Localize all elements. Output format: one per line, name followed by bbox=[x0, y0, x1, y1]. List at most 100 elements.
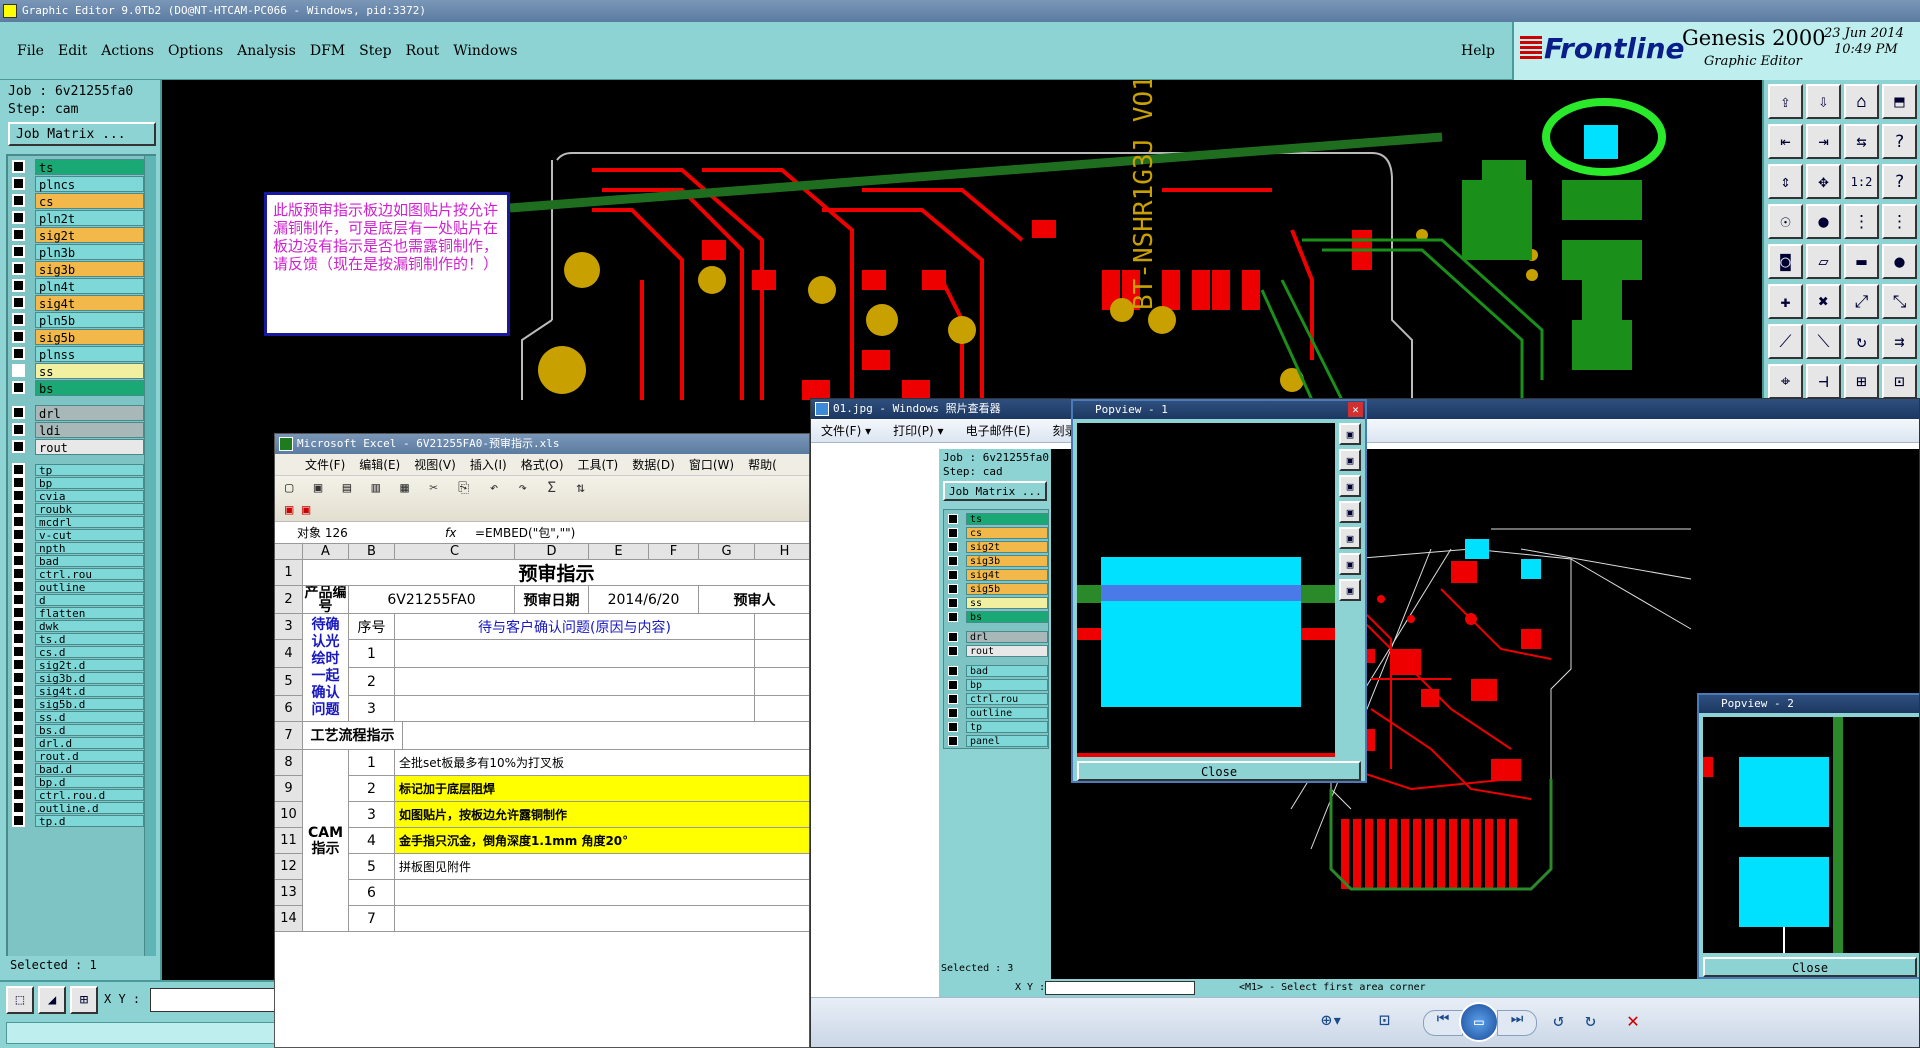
layer-row[interactable]: bad.d bbox=[8, 762, 144, 775]
excel-menu-item[interactable]: 数据(D) bbox=[632, 458, 675, 472]
excel-menu-item[interactable]: 格式(O) bbox=[521, 458, 564, 472]
layer-checkbox[interactable] bbox=[12, 160, 25, 173]
column-header[interactable]: H bbox=[755, 544, 809, 560]
layer-row[interactable]: sig2t.d bbox=[8, 658, 144, 671]
layer-row[interactable]: sig4t bbox=[8, 294, 144, 311]
tool-button-icon[interactable]: ◙ bbox=[1768, 244, 1803, 279]
command-input[interactable] bbox=[6, 1022, 278, 1044]
excel-cell[interactable]: 4 bbox=[349, 828, 395, 854]
menu-item-edit[interactable]: Edit bbox=[51, 40, 94, 62]
layer-row[interactable]: bs bbox=[8, 379, 144, 396]
next-icon[interactable]: ⏭ bbox=[1497, 1010, 1537, 1036]
layer-checkbox[interactable] bbox=[12, 515, 25, 528]
layer-row[interactable]: mcdrl bbox=[8, 515, 144, 528]
tool-button-icon[interactable]: ● bbox=[1882, 244, 1917, 279]
layer-row[interactable]: outline.d bbox=[8, 801, 144, 814]
layer-checkbox[interactable] bbox=[12, 406, 25, 419]
excel-cell[interactable] bbox=[755, 668, 809, 696]
tool-button-icon[interactable]: ⇉ bbox=[1882, 324, 1917, 359]
tool-button-icon[interactable]: ⟋ bbox=[1768, 324, 1803, 359]
layer-row[interactable]: ss bbox=[8, 362, 144, 379]
excel-cell[interactable]: 3 bbox=[349, 696, 395, 722]
menu-item-dfm[interactable]: DFM bbox=[303, 40, 352, 62]
menu-item-actions[interactable]: Actions bbox=[94, 40, 161, 62]
excel-cell[interactable] bbox=[755, 696, 809, 722]
layer-row[interactable]: pln2t bbox=[8, 209, 144, 226]
layer-row[interactable]: tp bbox=[8, 463, 144, 476]
layer-checkbox[interactable] bbox=[12, 580, 25, 593]
layer-checkbox[interactable] bbox=[12, 489, 25, 502]
rotate-left-icon[interactable]: ↺ bbox=[1553, 1010, 1564, 1031]
tool-button-icon[interactable]: ⤡ bbox=[1882, 284, 1917, 319]
tool-button-icon[interactable]: ⋮ bbox=[1882, 204, 1917, 239]
layer-checkbox[interactable] bbox=[12, 211, 25, 224]
tool-button-icon[interactable]: ▱ bbox=[1806, 244, 1841, 279]
fit-icon[interactable]: ⊡ bbox=[1379, 1010, 1390, 1031]
excel-toolbar-icons[interactable]: ▢ ▣ ▤ ▥ ▦ ✂ ⎘ ↶ ↷ Σ ⇅ bbox=[285, 480, 591, 496]
layer-row[interactable]: bs.d bbox=[8, 723, 144, 736]
layer-checkbox[interactable] bbox=[12, 632, 25, 645]
layer-checkbox[interactable] bbox=[12, 330, 25, 343]
excel-cell[interactable]: 产品编号 bbox=[303, 586, 349, 614]
layer-row[interactable]: cvia bbox=[8, 489, 144, 502]
excel-menu-item[interactable]: 窗口(W) bbox=[689, 458, 734, 472]
layer-row[interactable]: tp.d bbox=[8, 814, 144, 827]
slideshow-icon[interactable]: ▭ bbox=[1459, 1002, 1499, 1042]
tool-button-icon[interactable]: ✖ bbox=[1806, 284, 1841, 319]
menu-item-analysis[interactable]: Analysis bbox=[230, 40, 303, 62]
layer-row[interactable]: sig3b bbox=[8, 260, 144, 277]
excel-cell[interactable]: 序号 bbox=[349, 614, 395, 640]
row-header[interactable]: 9 bbox=[275, 776, 303, 802]
tool-button-icon[interactable]: ⇪ bbox=[1768, 84, 1803, 119]
layer-row[interactable]: pln3b bbox=[8, 243, 144, 260]
row-header[interactable]: 3 bbox=[275, 614, 303, 640]
layer-row[interactable]: outline bbox=[8, 580, 144, 593]
layer-checkbox[interactable] bbox=[12, 463, 25, 476]
row-header[interactable]: 8 bbox=[275, 750, 303, 776]
layer-checkbox[interactable] bbox=[12, 801, 25, 814]
photo-menu-item[interactable]: 文件(F) ▾ bbox=[821, 424, 871, 438]
layer-row[interactable]: drl.d bbox=[8, 736, 144, 749]
column-header[interactable]: E bbox=[589, 544, 649, 560]
layer-row[interactable]: pln4t bbox=[8, 277, 144, 294]
rotate-right-icon[interactable]: ↻ bbox=[1585, 1010, 1596, 1031]
layer-checkbox[interactable] bbox=[12, 440, 25, 453]
previous-icon[interactable]: ⏮ bbox=[1423, 1010, 1463, 1036]
layer-row[interactable]: cs bbox=[8, 192, 144, 209]
layer-row[interactable]: ldi bbox=[8, 421, 144, 438]
excel-cell[interactable]: 6 bbox=[349, 880, 395, 906]
excel-menu-item[interactable]: 编辑(E) bbox=[359, 458, 400, 472]
photo-menu-item[interactable]: 打印(P) ▾ bbox=[893, 424, 943, 438]
help-menu[interactable]: Help bbox=[1454, 40, 1502, 62]
tool-button-icon[interactable]: ● bbox=[1806, 204, 1841, 239]
row-header[interactable]: 5 bbox=[275, 668, 303, 696]
menu-item-options[interactable]: Options bbox=[161, 40, 230, 62]
excel-menu-item[interactable]: 工具(T) bbox=[578, 458, 619, 472]
layer-checkbox[interactable] bbox=[12, 528, 25, 541]
layer-checkbox[interactable] bbox=[12, 381, 25, 394]
layer-checkbox[interactable] bbox=[12, 245, 25, 258]
tool-button-icon[interactable]: 1:2 bbox=[1844, 164, 1879, 199]
row-header[interactable]: 13 bbox=[275, 880, 303, 906]
layer-row[interactable]: sig2t bbox=[8, 226, 144, 243]
tool-button-icon[interactable]: ⟍ bbox=[1806, 324, 1841, 359]
tool-button-icon[interactable]: ⊡ bbox=[1882, 364, 1917, 399]
column-header[interactable]: D bbox=[515, 544, 589, 560]
layer-row[interactable]: ts.d bbox=[8, 632, 144, 645]
pdf-icon[interactable]: ▣ ▣ bbox=[285, 502, 310, 518]
layer-checkbox[interactable] bbox=[12, 567, 25, 580]
layer-checkbox[interactable] bbox=[12, 749, 25, 762]
job-matrix-button[interactable]: Job Matrix ... bbox=[8, 122, 156, 146]
layer-row[interactable]: npth bbox=[8, 541, 144, 554]
excel-menu-item[interactable]: 帮助( bbox=[748, 458, 777, 472]
popview-1-close-button[interactable]: Close bbox=[1077, 761, 1361, 781]
layer-checkbox[interactable] bbox=[12, 194, 25, 207]
layer-row[interactable]: cs.d bbox=[8, 645, 144, 658]
excel-cell[interactable]: 待确认光绘时一起确认问题 bbox=[303, 614, 349, 722]
layer-row[interactable]: rout.d bbox=[8, 749, 144, 762]
excel-menu-item[interactable]: 文件(F) bbox=[305, 458, 345, 472]
grid-tool-icon[interactable]: ⊞ bbox=[70, 986, 98, 1014]
excel-cell[interactable]: 如图贴片，按板边允许露铜制作 bbox=[395, 802, 809, 828]
tool-button-icon[interactable]: ⌂ bbox=[1844, 84, 1879, 119]
column-header[interactable]: G bbox=[699, 544, 755, 560]
